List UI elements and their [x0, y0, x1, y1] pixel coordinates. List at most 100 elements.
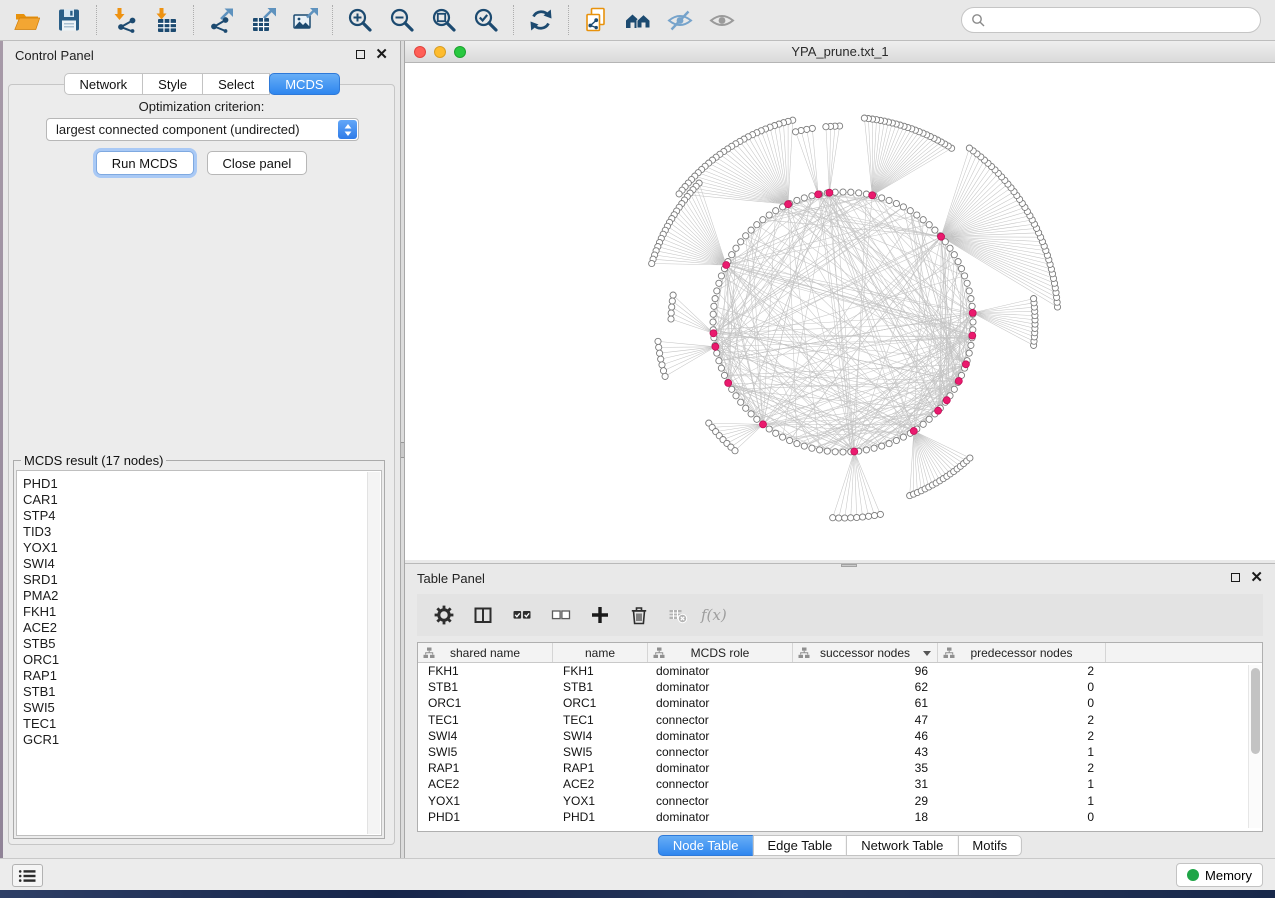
- table-scrollbar[interactable]: [1248, 665, 1261, 828]
- zoom-in-button[interactable]: [339, 3, 381, 37]
- task-history-button[interactable]: [12, 864, 43, 887]
- mcds-result-item[interactable]: YOX1: [23, 540, 363, 556]
- column-header-shared-name[interactable]: shared name: [418, 643, 553, 662]
- tab-node-table[interactable]: Node Table: [658, 835, 754, 856]
- run-mcds-button[interactable]: Run MCDS: [96, 151, 194, 175]
- close-table-panel-button[interactable]: ✕: [1250, 569, 1263, 587]
- cell-predecessor_nodes: 1: [938, 777, 1106, 791]
- table-row[interactable]: YOX1YOX1connector291: [418, 793, 1262, 809]
- column-header-mcds-role[interactable]: MCDS role: [648, 643, 793, 662]
- column-header-predecessor-nodes[interactable]: predecessor nodes: [938, 643, 1106, 662]
- close-mcds-panel-button[interactable]: Close panel: [207, 151, 308, 175]
- float-panel-button[interactable]: [356, 46, 365, 64]
- table-row[interactable]: STB1STB1dominator620: [418, 679, 1262, 695]
- mcds-list-scrollbar[interactable]: [367, 472, 380, 834]
- float-table-panel-button[interactable]: [1231, 569, 1240, 587]
- zoom-out-button[interactable]: [381, 3, 423, 37]
- import-network-button[interactable]: [103, 3, 145, 37]
- table-row[interactable]: ORC1ORC1dominator610: [418, 695, 1262, 711]
- column-header-name[interactable]: name: [553, 643, 648, 662]
- mcds-result-item[interactable]: FKH1: [23, 604, 363, 620]
- cell-successor_nodes: 18: [793, 810, 938, 824]
- tab-mcds[interactable]: MCDS: [269, 73, 339, 95]
- add-column-button[interactable]: [583, 598, 617, 632]
- table-row[interactable]: SWI5SWI5connector431: [418, 744, 1262, 760]
- save-session-button[interactable]: [48, 3, 90, 37]
- table-row[interactable]: RAP1RAP1dominator352: [418, 760, 1262, 776]
- table-row[interactable]: TEC1TEC1connector472: [418, 712, 1262, 728]
- table-row[interactable]: FKH1FKH1dominator962: [418, 663, 1262, 679]
- tab-style[interactable]: Style: [142, 73, 203, 95]
- mcds-result-item[interactable]: STP4: [23, 508, 363, 524]
- mcds-result-item[interactable]: CAR1: [23, 492, 363, 508]
- splitter-grip[interactable]: [401, 442, 404, 458]
- mcds-result-item[interactable]: ORC1: [23, 652, 363, 668]
- zoom-fit-button[interactable]: [423, 3, 465, 37]
- cell-mcds_role: dominator: [648, 729, 793, 743]
- column-header-successor-nodes[interactable]: successor nodes: [793, 643, 938, 662]
- first-neighbors-button[interactable]: [617, 3, 659, 37]
- zoom-selected-button[interactable]: [465, 3, 507, 37]
- table-row[interactable]: SWI4SWI4dominator462: [418, 728, 1262, 744]
- mcds-result-item[interactable]: ACE2: [23, 620, 363, 636]
- mcds-result-item[interactable]: TID3: [23, 524, 363, 540]
- mcds-result-item[interactable]: STB1: [23, 684, 363, 700]
- mcds-result-item[interactable]: PHD1: [23, 476, 363, 492]
- hide-selected-icon: [667, 7, 693, 33]
- table-row[interactable]: PHD1PHD1dominator180: [418, 809, 1262, 825]
- function-builder-button: f(x): [700, 598, 734, 632]
- cell-mcds_role: dominator: [648, 810, 793, 824]
- columns-button[interactable]: [466, 598, 500, 632]
- import-network-icon: [111, 7, 137, 33]
- hide-selected-button[interactable]: [659, 3, 701, 37]
- mcds-result-item[interactable]: SWI5: [23, 700, 363, 716]
- close-panel-button[interactable]: ✕: [375, 46, 388, 64]
- deselect-all-button[interactable]: [544, 598, 578, 632]
- mcds-result-item[interactable]: STB5: [23, 636, 363, 652]
- duplicate-network-button[interactable]: [575, 3, 617, 37]
- mcds-result-item[interactable]: SRD1: [23, 572, 363, 588]
- export-image-button[interactable]: [284, 3, 326, 37]
- network-canvas[interactable]: [405, 63, 1275, 560]
- tab-edge-table[interactable]: Edge Table: [752, 835, 847, 856]
- table-scrollbar-thumb[interactable]: [1251, 668, 1260, 754]
- toolbar-separator: [568, 5, 569, 35]
- tab-select[interactable]: Select: [202, 73, 270, 95]
- export-network-button[interactable]: [200, 3, 242, 37]
- delete-column-button[interactable]: [622, 598, 656, 632]
- cell-shared_name: STB1: [418, 680, 553, 694]
- tab-motifs[interactable]: Motifs: [957, 835, 1022, 856]
- import-table-button[interactable]: [145, 3, 187, 37]
- table-row[interactable]: ACE2ACE2connector311: [418, 776, 1262, 792]
- search-input[interactable]: [990, 12, 1251, 29]
- mcds-result-item[interactable]: SWI4: [23, 556, 363, 572]
- table-splitter-grip[interactable]: [841, 564, 857, 567]
- export-table-button[interactable]: [242, 3, 284, 37]
- memory-button[interactable]: Memory: [1176, 863, 1263, 887]
- mcds-result-item[interactable]: TEC1: [23, 716, 363, 732]
- export-table-icon: [250, 7, 276, 33]
- open-session-button[interactable]: [6, 3, 48, 37]
- optimization-criterion-select[interactable]: largest connected component (undirected): [46, 118, 359, 141]
- tab-network[interactable]: Network: [63, 73, 143, 95]
- cell-name: RAP1: [553, 761, 648, 775]
- show-all-button[interactable]: [701, 3, 743, 37]
- table-header-row: shared namenameMCDS rolesuccessor nodesp…: [418, 643, 1262, 663]
- settings-icon: [434, 605, 454, 625]
- refresh-button[interactable]: [520, 3, 562, 37]
- search-icon: [971, 13, 985, 27]
- tab-network-table[interactable]: Network Table: [846, 835, 958, 856]
- shared-column-icon: [423, 647, 435, 659]
- settings-button[interactable]: [427, 598, 461, 632]
- cell-shared_name: ACE2: [418, 777, 553, 791]
- select-all-button[interactable]: [505, 598, 539, 632]
- mcds-result-item[interactable]: PMA2: [23, 588, 363, 604]
- mcds-panel: Optimization criterion: largest connecte…: [8, 84, 395, 845]
- node-table: shared namenameMCDS rolesuccessor nodesp…: [417, 642, 1263, 832]
- mcds-result-item[interactable]: RAP1: [23, 668, 363, 684]
- mcds-result-item[interactable]: GCR1: [23, 732, 363, 748]
- cell-mcds_role: dominator: [648, 680, 793, 694]
- select-all-icon: [512, 605, 532, 625]
- mcds-result-list[interactable]: PHD1CAR1STP4TID3YOX1SWI4SRD1PMA2FKH1ACE2…: [16, 470, 382, 836]
- cell-predecessor_nodes: 2: [938, 761, 1106, 775]
